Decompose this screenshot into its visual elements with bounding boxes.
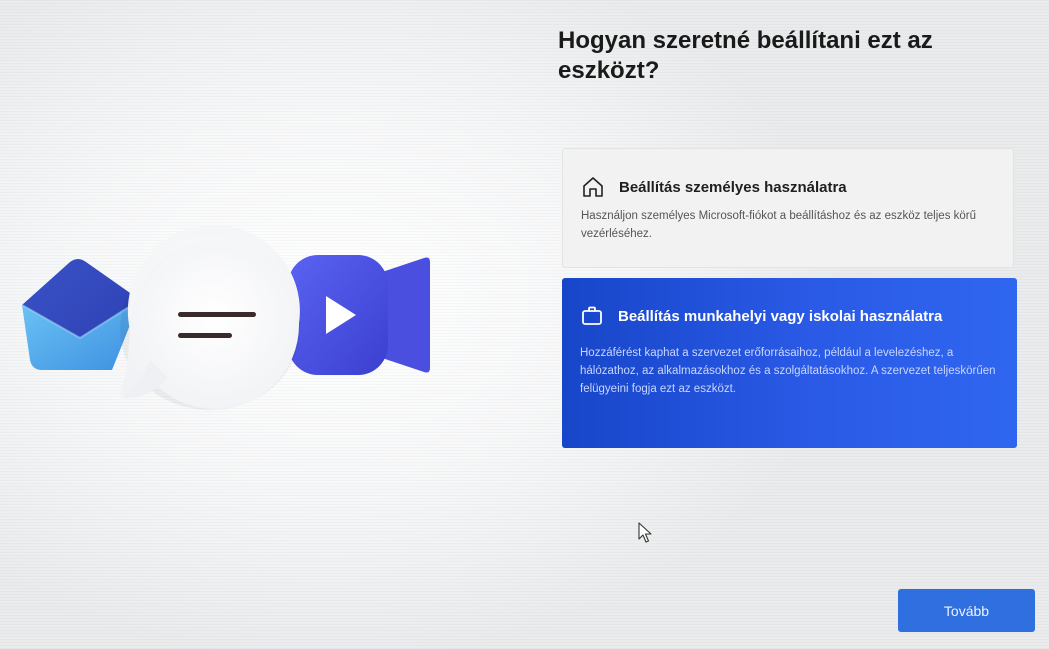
option-work-school-use[interactable]: Beállítás munkahelyi vagy iskolai haszná… (562, 278, 1017, 448)
briefcase-icon (582, 306, 602, 325)
oobe-screen: Hogyan szeretné beállítani ezt az eszköz… (0, 0, 1049, 649)
option-personal-use[interactable]: Beállítás személyes használatra Használj… (562, 148, 1014, 268)
option-title: Beállítás személyes használatra (619, 178, 847, 196)
option-description: Hozzáférést kaphat a szervezet erőforrás… (580, 347, 996, 395)
video-camera-icon (288, 255, 430, 375)
mouse-cursor-icon (638, 522, 652, 543)
page-title: Hogyan szeretné beállítani ezt az eszköz… (558, 27, 933, 84)
option-title: Beállítás munkahelyi vagy iskolai haszná… (618, 307, 943, 325)
home-icon (583, 177, 603, 197)
option-description: Használjon személyes Microsoft-fiókot a … (581, 210, 977, 240)
next-button[interactable]: Tovább (898, 589, 1035, 632)
chat-bubble-icon (120, 224, 300, 410)
illustration (21, 224, 430, 410)
